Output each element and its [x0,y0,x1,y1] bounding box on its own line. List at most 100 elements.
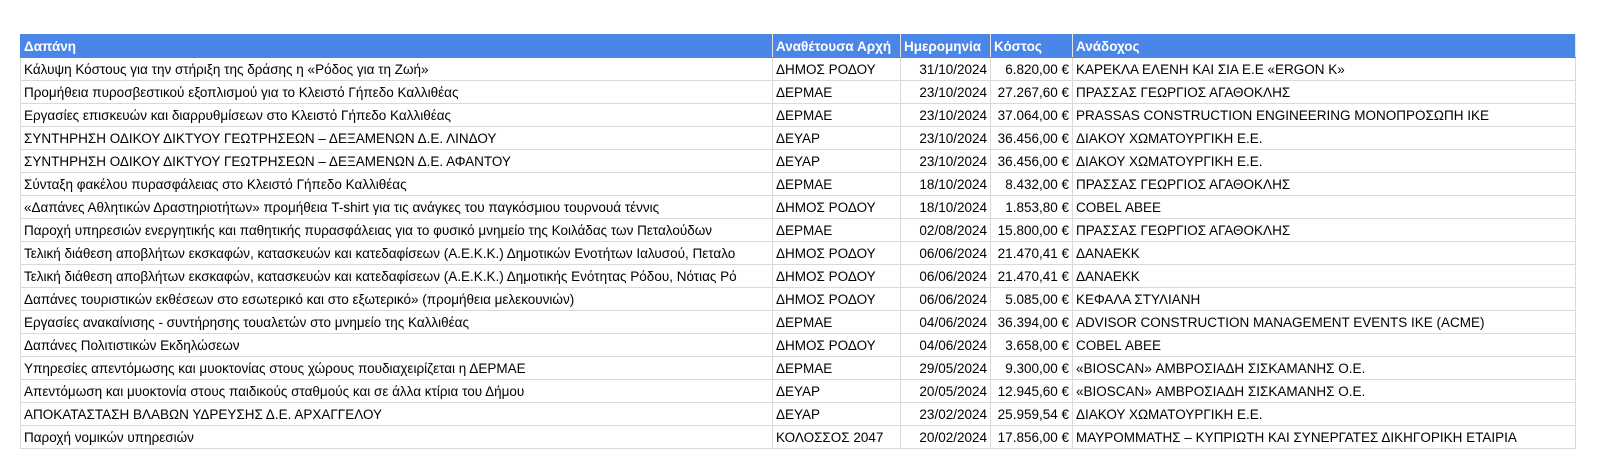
authority-cell[interactable]: ΔΕΥΑΡ [772,149,901,173]
expense-cell[interactable]: Κάλυψη Κόστους για την στήριξη της δράση… [20,57,773,81]
authority-cell[interactable]: ΔΗΜΟΣ ΡΟΔΟΥ [772,241,901,265]
cost-cell[interactable]: 8.432,00 € [990,172,1073,196]
authority-cell[interactable]: ΔΕΥΑΡ [772,379,901,403]
authority-cell[interactable]: ΔΗΜΟΣ ΡΟΔΟΥ [772,195,901,219]
table-row: Εργασίες επισκευών και διαρρυθμίσεων στο… [20,103,1576,127]
contractor-cell[interactable]: PRASSAS CONSTRUCTION ENGINEERING ΜΟΝΟΠΡΟ… [1072,103,1576,127]
contractor-cell[interactable]: ΠΡΑΣΣΑΣ ΓΕΩΡΓΙΟΣ ΑΓΑΘΟΚΛΗΣ [1072,80,1576,104]
header-cell-expense[interactable]: Δαπάνη [20,34,773,58]
contractor-cell[interactable]: ΠΡΑΣΣΑΣ ΓΕΩΡΓΙΟΣ ΑΓΑΘΟΚΛΗΣ [1072,172,1576,196]
authority-cell[interactable]: ΔΗΜΟΣ ΡΟΔΟΥ [772,287,901,311]
contractor-cell[interactable]: «BIOSCAN» ΑΜΒΡΟΣΙΑΔΗ ΣΙΣΚΑΜΑΝΗΣ Ο.Ε. [1072,379,1576,403]
table-row: Κάλυψη Κόστους για την στήριξη της δράση… [20,57,1576,81]
date-cell[interactable]: 06/06/2024 [900,241,991,265]
expense-cell[interactable]: «Δαπάνες Αθλητικών Δραστηριοτήτων» προμή… [20,195,773,219]
date-cell[interactable]: 23/02/2024 [900,402,991,426]
expense-cell[interactable]: Υπηρεσίες απεντόμωσης και μυοκτονίας στο… [20,356,773,380]
authority-cell[interactable]: ΔΕΡΜΑΕ [772,356,901,380]
expense-cell[interactable]: ΣΥΝΤΗΡΗΣΗ ΟΔΙΚΟΥ ΔΙΚΤΥΟΥ ΓΕΩΤΡΗΣΕΩΝ – ΔΕ… [20,126,773,150]
expense-cell[interactable]: Εργασίες επισκευών και διαρρυθμίσεων στο… [20,103,773,127]
date-cell[interactable]: 06/06/2024 [900,264,991,288]
cost-cell[interactable]: 17.856,00 € [990,425,1073,449]
cost-cell[interactable]: 21.470,41 € [990,241,1073,265]
expense-cell[interactable]: Τελική διάθεση αποβλήτων εκσκαφών, κατασ… [20,264,773,288]
table-row: ΑΠΟΚΑΤΑΣΤΑΣΗ ΒΛΑΒΩΝ ΥΔΡΕΥΣΗΣ Δ.Ε. ΑΡΧΑΓΓ… [20,402,1576,426]
date-cell[interactable]: 23/10/2024 [900,80,991,104]
expense-cell[interactable]: Σύνταξη φακέλου πυρασφάλειας στο Κλειστό… [20,172,773,196]
authority-cell[interactable]: ΔΕΡΜΑΕ [772,103,901,127]
authority-cell[interactable]: ΔΕΥΑΡ [772,402,901,426]
cost-cell[interactable]: 21.470,41 € [990,264,1073,288]
contractor-cell[interactable]: ΠΡΑΣΣΑΣ ΓΕΩΡΓΙΟΣ ΑΓΑΘΟΚΛΗΣ [1072,218,1576,242]
header-cell-authority[interactable]: Αναθέτουσα Αρχή [772,34,901,58]
expenses-table: Δαπάνη Αναθέτουσα Αρχή Ημερομηνία Κόστος… [20,34,1576,449]
table-row: «Δαπάνες Αθλητικών Δραστηριοτήτων» προμή… [20,195,1576,219]
cost-cell[interactable]: 36.456,00 € [990,149,1073,173]
cost-cell[interactable]: 27.267,60 € [990,80,1073,104]
header-cell-cost[interactable]: Κόστος [990,34,1073,58]
expense-cell[interactable]: Προμήθεια πυροσβεστικού εξοπλισμού για τ… [20,80,773,104]
date-cell[interactable]: 23/10/2024 [900,149,991,173]
expense-cell[interactable]: Παροχή υπηρεσιών ενεργητικής και παθητικ… [20,218,773,242]
authority-cell[interactable]: ΔΗΜΟΣ ΡΟΔΟΥ [772,264,901,288]
date-cell[interactable]: 04/06/2024 [900,310,991,334]
expense-cell[interactable]: ΑΠΟΚΑΤΑΣΤΑΣΗ ΒΛΑΒΩΝ ΥΔΡΕΥΣΗΣ Δ.Ε. ΑΡΧΑΓΓ… [20,402,773,426]
date-cell[interactable]: 23/10/2024 [900,126,991,150]
contractor-cell[interactable]: ΔΙΑΚΟΥ ΧΩΜΑΤΟΥΡΓΙΚΗ Ε.Ε. [1072,149,1576,173]
cost-cell[interactable]: 9.300,00 € [990,356,1073,380]
contractor-cell[interactable]: ΔΙΑΚΟΥ ΧΩΜΑΤΟΥΡΓΙΚΗ Ε.Ε. [1072,402,1576,426]
cost-cell[interactable]: 1.853,80 € [990,195,1073,219]
expense-cell[interactable]: Απεντόμωση και μυοκτονία στους παιδικούς… [20,379,773,403]
authority-cell[interactable]: ΔΗΜΟΣ ΡΟΔΟΥ [772,333,901,357]
authority-cell[interactable]: ΔΕΡΜΑΕ [772,172,901,196]
date-cell[interactable]: 29/05/2024 [900,356,991,380]
contractor-cell[interactable]: ΔΑΝΑΕΚΚ [1072,241,1576,265]
authority-cell[interactable]: ΔΕΡΜΑΕ [772,80,901,104]
authority-cell[interactable]: ΚΟΛΟΣΣΟΣ 2047 [772,425,901,449]
contractor-cell[interactable]: ΜΑΥΡΟΜΜΑΤΗΣ – ΚΥΠΡΙΩΤΗ ΚΑΙ ΣΥΝΕΡΓΑΤΕΣ ΔΙ… [1072,425,1576,449]
cost-cell[interactable]: 36.456,00 € [990,126,1073,150]
table-row: ΣΥΝΤΗΡΗΣΗ ΟΔΙΚΟΥ ΔΙΚΤΥΟΥ ΓΕΩΤΡΗΣΕΩΝ – ΔΕ… [20,126,1576,150]
cost-cell[interactable]: 3.658,00 € [990,333,1073,357]
expense-cell[interactable]: Τελική διάθεση αποβλήτων εκσκαφών, κατασ… [20,241,773,265]
authority-cell[interactable]: ΔΕΥΑΡ [772,126,901,150]
date-cell[interactable]: 23/10/2024 [900,103,991,127]
table-row: Παροχή υπηρεσιών ενεργητικής και παθητικ… [20,218,1576,242]
contractor-cell[interactable]: «BIOSCAN» ΑΜΒΡΟΣΙΑΔΗ ΣΙΣΚΑΜΑΝΗΣ Ο.Ε. [1072,356,1576,380]
contractor-cell[interactable]: ΚΑΡΕΚΛΑ ΕΛΕΝΗ ΚΑΙ ΣΙΑ Ε.Ε «ERGON K» [1072,57,1576,81]
cost-cell[interactable]: 15.800,00 € [990,218,1073,242]
header-cell-date[interactable]: Ημερομηνία [900,34,991,58]
date-cell[interactable]: 18/10/2024 [900,195,991,219]
cost-cell[interactable]: 5.085,00 € [990,287,1073,311]
cost-cell[interactable]: 6.820,00 € [990,57,1073,81]
cost-cell[interactable]: 37.064,00 € [990,103,1073,127]
table-row: ΣΥΝΤΗΡΗΣΗ ΟΔΙΚΟΥ ΔΙΚΤΥΟΥ ΓΕΩΤΡΗΣΕΩΝ – ΔΕ… [20,149,1576,173]
date-cell[interactable]: 06/06/2024 [900,287,991,311]
cost-cell[interactable]: 25.959,54 € [990,402,1073,426]
contractor-cell[interactable]: ΔΑΝΑΕΚΚ [1072,264,1576,288]
authority-cell[interactable]: ΔΗΜΟΣ ΡΟΔΟΥ [772,57,901,81]
contractor-cell[interactable]: ΔΙΑΚΟΥ ΧΩΜΑΤΟΥΡΓΙΚΗ Ε.Ε. [1072,126,1576,150]
authority-cell[interactable]: ΔΕΡΜΑΕ [772,218,901,242]
contractor-cell[interactable]: COBEL ΑΒΕΕ [1072,333,1576,357]
cost-cell[interactable]: 12.945,60 € [990,379,1073,403]
contractor-cell[interactable]: ΚΕΦΑΛΑ ΣΤΥΛΙΑΝΗ [1072,287,1576,311]
date-cell[interactable]: 31/10/2024 [900,57,991,81]
table-row: Τελική διάθεση αποβλήτων εκσκαφών, κατασ… [20,264,1576,288]
table-row: Απεντόμωση και μυοκτονία στους παιδικούς… [20,379,1576,403]
date-cell[interactable]: 04/06/2024 [900,333,991,357]
date-cell[interactable]: 20/05/2024 [900,379,991,403]
expense-cell[interactable]: ΣΥΝΤΗΡΗΣΗ ΟΔΙΚΟΥ ΔΙΚΤΥΟΥ ΓΕΩΤΡΗΣΕΩΝ – ΔΕ… [20,149,773,173]
date-cell[interactable]: 18/10/2024 [900,172,991,196]
expense-cell[interactable]: Δαπάνες τουριστικών εκθέσεων στο εσωτερι… [20,287,773,311]
contractor-cell[interactable]: ADVISOR CONSTRUCTION MANAGEMENT EVENTS I… [1072,310,1576,334]
contractor-cell[interactable]: COBEL ΑΒΕΕ [1072,195,1576,219]
authority-cell[interactable]: ΔΕΡΜΑΕ [772,310,901,334]
date-cell[interactable]: 20/02/2024 [900,425,991,449]
date-cell[interactable]: 02/08/2024 [900,218,991,242]
expense-cell[interactable]: Παροχή νομικών υπηρεσιών [20,425,773,449]
expense-cell[interactable]: Εργασίες ανακαίνισης - συντήρησης τουαλε… [20,310,773,334]
cost-cell[interactable]: 36.394,00 € [990,310,1073,334]
expense-cell[interactable]: Δαπάνες Πολιτιστικών Εκδηλώσεων [20,333,773,357]
header-cell-contractor[interactable]: Ανάδοχος [1072,34,1576,58]
